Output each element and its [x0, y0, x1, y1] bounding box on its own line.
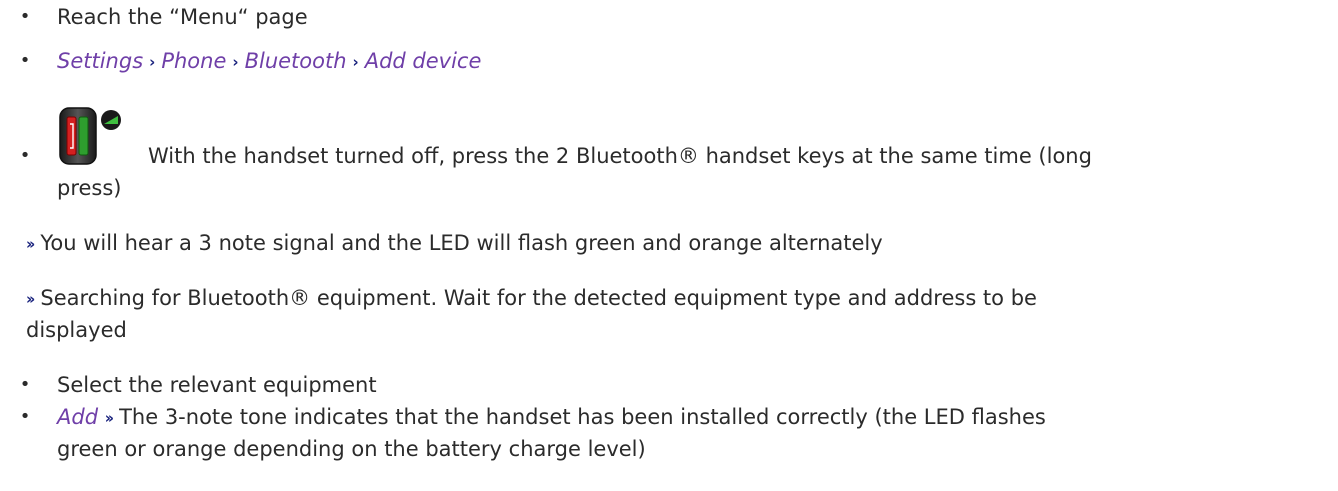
- bullet: •: [19, 145, 31, 166]
- bullet: •: [19, 50, 31, 71]
- path-separator-icon: ›: [149, 53, 156, 71]
- bullet: •: [19, 374, 31, 395]
- note-text: You will hear a 3 note signal and the LE…: [40, 231, 883, 255]
- step-text-cont: green or orange depending on the battery…: [57, 437, 646, 461]
- step-text: With the handset turned off, press the 2…: [148, 144, 1092, 168]
- note-text-wrap: ›› Searching for Bluetooth® equipment. Wa…: [26, 282, 1037, 316]
- instruction-document: • Reach the “Menu“ page • Settings › Phone…: [0, 0, 1338, 491]
- result-arrow-icon: ››: [104, 409, 115, 427]
- menu-path-settings: Settings: [57, 49, 144, 73]
- note-text: Searching for Bluetooth® equipment. Wait…: [40, 286, 1037, 310]
- path-separator-icon: ›: [352, 53, 359, 71]
- path-separator-icon: ›: [232, 53, 239, 71]
- note-text-cont: displayed: [26, 318, 127, 342]
- bullet: •: [19, 6, 31, 27]
- step-text-cont: press): [57, 176, 122, 200]
- bullet: •: [19, 406, 31, 427]
- menu-path: Settings › Phone › Bluetooth › Add device: [57, 45, 481, 79]
- menu-path-bluetooth: Bluetooth: [244, 49, 347, 73]
- add-action: Add: [57, 405, 99, 429]
- result-arrow-icon: ››: [26, 235, 36, 253]
- note-text-wrap: ›› You will hear a 3 note signal and the …: [26, 227, 883, 261]
- bluetooth-handset-keys-icon: [59, 107, 121, 165]
- menu-path-phone: Phone: [161, 49, 227, 73]
- step-text-wrap: Add ›› The 3-note tone indicates that the…: [57, 401, 1046, 435]
- step-text: The 3-note tone indicates that the hands…: [119, 405, 1046, 429]
- menu-path-add-device: Add device: [364, 49, 482, 73]
- step-text: Reach the “Menu“ page: [57, 5, 308, 29]
- result-arrow-icon: ››: [26, 290, 36, 308]
- step-text: Select the relevant equipment: [57, 373, 377, 397]
